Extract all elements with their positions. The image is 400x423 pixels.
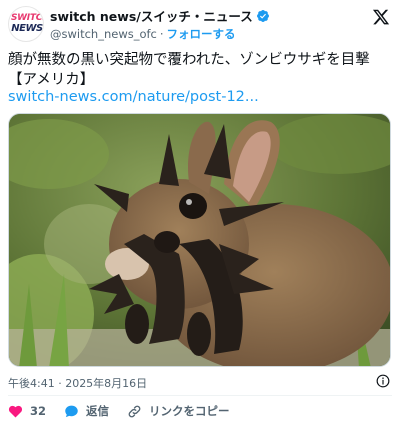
copy-link-label: リンクをコピー (149, 404, 230, 418)
rabbit-photo-illustration (9, 114, 390, 366)
link-icon (128, 405, 141, 417)
copy-link-button[interactable]: リンクをコピー (127, 403, 230, 419)
verified-badge-icon (256, 9, 269, 22)
divider (8, 395, 392, 396)
reply-label: 返信 (86, 404, 110, 418)
separator-dot: · (159, 26, 164, 41)
reply-button[interactable]: 返信 (64, 403, 109, 419)
x-logo-icon[interactable] (372, 8, 390, 26)
author-names: switch news/スイッチ・ニュース @switch_news_ofc ·… (50, 7, 350, 42)
tweet-link[interactable]: switch-news.com/nature/post-12... (8, 88, 392, 106)
handle[interactable]: @switch_news_ofc (50, 27, 157, 41)
like-button[interactable]: 32 (8, 404, 46, 419)
avatar-logo-bottom: NEWS (11, 23, 43, 34)
follow-button[interactable]: フォローする (167, 26, 236, 42)
display-name[interactable]: switch news/スイッチ・ニュース (50, 6, 253, 25)
tweet-timestamp[interactable]: 午後4:41 · 2025年8月16日 (8, 375, 147, 391)
tweet-actions: 32 返信 リンクをコピー (8, 402, 392, 420)
tweet-header: SWITCH NEWS switch news/スイッチ・ニュース @switc… (8, 6, 392, 42)
info-icon[interactable] (376, 374, 390, 388)
display-name-row: switch news/スイッチ・ニュース (50, 7, 350, 24)
heart-icon (8, 405, 23, 417)
tweet-text: 顔が無数の黒い突起物で覆われた、ゾンビウサギを目撃【アメリカ】 (8, 52, 370, 88)
handle-row: @switch_news_ofc · フォローする (50, 25, 350, 42)
like-count: 32 (30, 404, 47, 418)
speech-bubble-icon (65, 405, 78, 417)
avatar[interactable]: SWITCH NEWS (8, 6, 44, 42)
tweet-photo[interactable] (8, 113, 391, 367)
tweet-embed-card: SWITCH NEWS switch news/スイッチ・ニュース @switc… (0, 0, 400, 423)
avatar-logo-top: SWITCH (11, 13, 43, 23)
